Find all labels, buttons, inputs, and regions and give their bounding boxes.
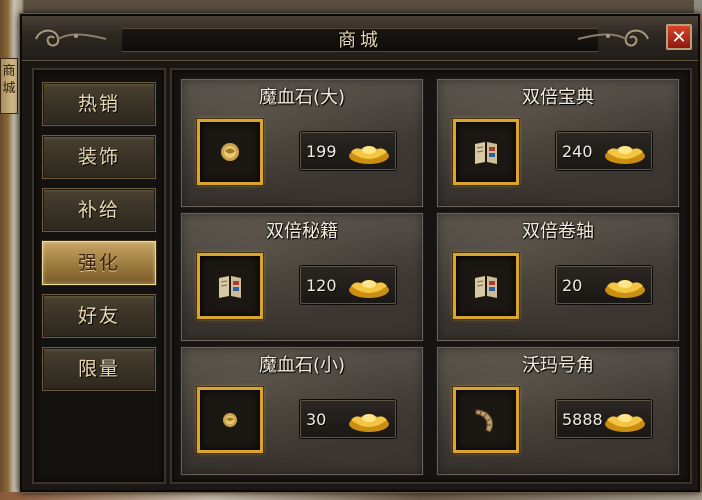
gold-ingot-icon bbox=[349, 280, 389, 298]
product-name: 魔血石(大) bbox=[258, 87, 346, 108]
item-slot[interactable] bbox=[453, 119, 519, 185]
title-bar: 商城 ✕ bbox=[22, 16, 698, 61]
item-slot[interactable] bbox=[197, 119, 263, 185]
product-name: 魔血石(小) bbox=[258, 355, 346, 376]
product-grid: 魔血石(大) 199 双倍宝典 240 双倍秘籍 120 双倍卷轴 20 魔血石… bbox=[170, 68, 692, 484]
book-icon bbox=[475, 276, 497, 298]
buy-price-button[interactable]: 199 bbox=[299, 131, 397, 171]
price-value: 120 bbox=[306, 276, 337, 295]
product-card: 双倍宝典 240 bbox=[436, 78, 680, 208]
buy-price-button[interactable]: 20 bbox=[555, 265, 653, 305]
category-tab-enhance[interactable]: 强化 bbox=[42, 241, 156, 285]
product-name: 双倍秘籍 bbox=[266, 221, 338, 242]
gold-ingot-icon bbox=[349, 146, 389, 164]
price-value: 20 bbox=[562, 276, 583, 295]
category-tab-friends[interactable]: 好友 bbox=[42, 294, 156, 338]
gold-ingot-icon bbox=[605, 280, 645, 298]
blood-stone-icon bbox=[221, 143, 239, 161]
buy-price-button[interactable]: 5888 bbox=[555, 399, 653, 439]
item-slot[interactable] bbox=[453, 253, 519, 319]
gold-ingot-icon bbox=[349, 414, 389, 432]
item-slot[interactable] bbox=[197, 253, 263, 319]
shop-window: 商城 ✕ 热销 装饰 补给 强化 好友 限量 魔血石(大) 199 双倍宝典 2… bbox=[20, 14, 700, 492]
item-slot[interactable] bbox=[453, 387, 519, 453]
gold-ingot-icon bbox=[605, 414, 645, 432]
product-card: 双倍秘籍 120 bbox=[180, 212, 424, 342]
price-value: 199 bbox=[306, 142, 337, 161]
buy-price-button[interactable]: 240 bbox=[555, 131, 653, 171]
scene-bottom-edge bbox=[0, 492, 702, 500]
price-value: 5888 bbox=[562, 410, 603, 429]
product-card: 双倍卷轴 20 bbox=[436, 212, 680, 342]
product-name: 双倍卷轴 bbox=[522, 221, 594, 242]
product-name: 沃玛号角 bbox=[522, 355, 594, 376]
item-slot[interactable] bbox=[197, 387, 263, 453]
ornament-swirl-icon bbox=[577, 29, 649, 47]
price-value: 30 bbox=[306, 410, 327, 429]
gold-ingot-icon bbox=[605, 146, 645, 164]
close-button[interactable]: ✕ bbox=[666, 24, 692, 50]
horn-icon bbox=[475, 409, 494, 433]
book-icon bbox=[219, 276, 241, 298]
buy-price-button[interactable]: 120 bbox=[299, 265, 397, 305]
product-card: 魔血石(大) 199 bbox=[180, 78, 424, 208]
category-sidebar: 热销 装饰 补给 强化 好友 限量 bbox=[32, 68, 166, 484]
price-value: 240 bbox=[562, 142, 593, 161]
background-shop-tab: 商城 bbox=[0, 58, 18, 114]
category-tab-supply[interactable]: 补给 bbox=[42, 188, 156, 232]
product-card: 魔血石(小) 30 bbox=[180, 346, 424, 476]
product-card: 沃玛号角 5888 bbox=[436, 346, 680, 476]
blood-stone-icon bbox=[223, 413, 237, 427]
category-tab-decoration[interactable]: 装饰 bbox=[42, 135, 156, 179]
category-tab-limited[interactable]: 限量 bbox=[42, 347, 156, 391]
book-icon bbox=[475, 142, 497, 164]
buy-price-button[interactable]: 30 bbox=[299, 399, 397, 439]
product-name: 双倍宝典 bbox=[522, 87, 594, 108]
category-tab-hot[interactable]: 热销 bbox=[42, 82, 156, 126]
